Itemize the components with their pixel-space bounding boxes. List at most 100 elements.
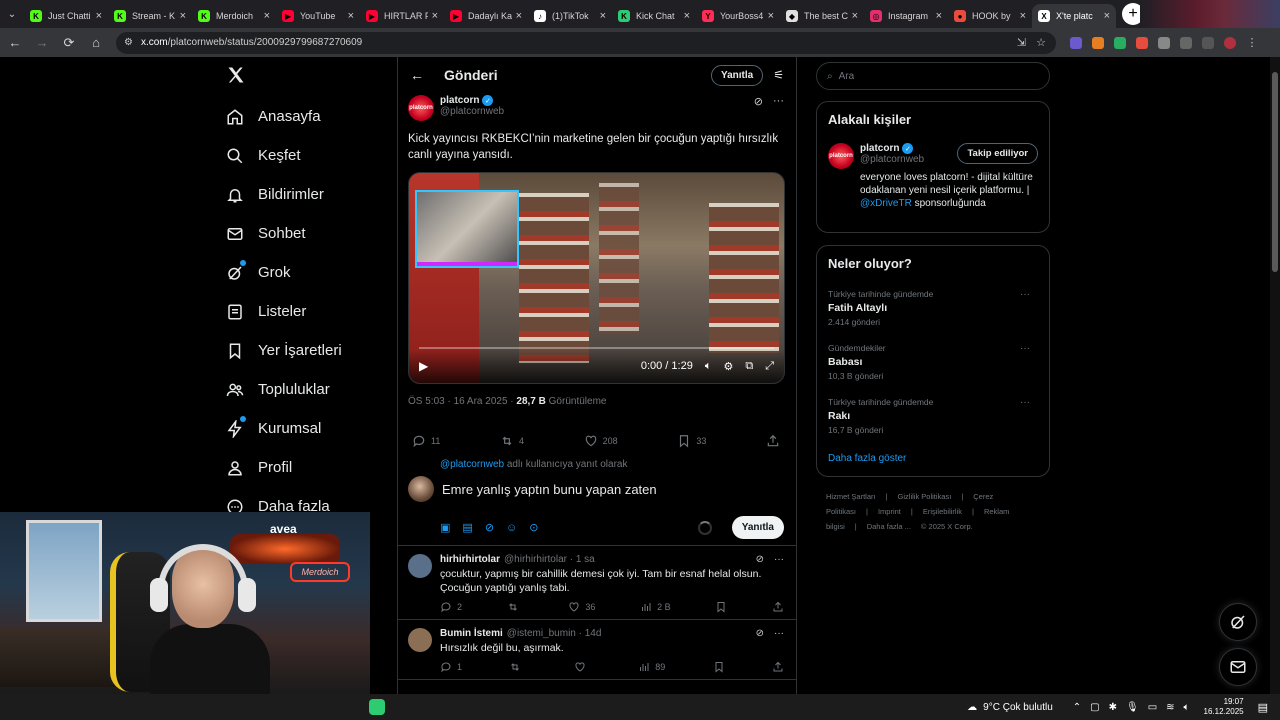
taskbar-app-icon[interactable] bbox=[369, 699, 385, 715]
my-avatar[interactable] bbox=[408, 476, 434, 502]
more-options-icon[interactable]: ··· bbox=[773, 95, 784, 108]
footer-link[interactable]: Gizlilik Politikası bbox=[898, 492, 952, 501]
emoji-icon[interactable]: ☺ bbox=[506, 522, 517, 534]
following-button[interactable]: Takip ediliyor bbox=[957, 143, 1038, 164]
profile-avatar[interactable] bbox=[1224, 36, 1236, 49]
browser-tab[interactable]: ▶ HIRTLAR F × bbox=[360, 4, 444, 28]
settings-gear-icon[interactable]: ⚙ bbox=[723, 360, 733, 373]
tray-app-icon[interactable]: ▢ bbox=[1090, 702, 1099, 713]
browser-tab[interactable]: X X'te platc × bbox=[1032, 4, 1116, 28]
bookmark-star-icon[interactable]: ☆ bbox=[1036, 36, 1046, 49]
views-action[interactable]: 89 bbox=[638, 661, 665, 673]
trend-item[interactable]: Gündemdekiler Babası 10,3 B gönderi ··· bbox=[828, 343, 1038, 381]
more-options-icon[interactable]: ··· bbox=[1020, 343, 1030, 354]
avatar[interactable] bbox=[408, 628, 432, 652]
nav-item-lists[interactable]: Listeler bbox=[226, 292, 342, 331]
reply-action[interactable]: 1 bbox=[440, 661, 462, 673]
fullscreen-icon[interactable]: ⤢ bbox=[765, 360, 774, 373]
grok-explain-icon[interactable]: ⊘ bbox=[756, 628, 764, 639]
reply-action[interactable]: 11 bbox=[412, 434, 440, 448]
page-scrollbar[interactable] bbox=[1270, 57, 1280, 694]
author-name[interactable]: platcorn bbox=[440, 95, 479, 106]
back-arrow-icon[interactable]: ← bbox=[410, 67, 434, 83]
replying-to-handle[interactable]: @platcornweb bbox=[440, 459, 504, 470]
bookmark-action[interactable] bbox=[713, 661, 725, 673]
browser-tab[interactable]: ◆ The best C × bbox=[780, 4, 864, 28]
author-handle[interactable]: @platcornweb bbox=[440, 106, 504, 117]
reply-item[interactable]: hirhirhirtolar @hirhirhirtolar · 1 sa ⊘ … bbox=[398, 546, 796, 620]
repost-action[interactable] bbox=[507, 601, 524, 613]
extension-icon[interactable] bbox=[1158, 36, 1170, 49]
reply-author-name[interactable]: hirhirhirtolar bbox=[440, 554, 500, 565]
reply-filter-button[interactable]: Yanıtla bbox=[710, 64, 764, 86]
tab-close-icon[interactable]: × bbox=[432, 10, 438, 22]
location-icon[interactable]: ⊙ bbox=[529, 521, 538, 534]
grok-fab[interactable] bbox=[1219, 603, 1257, 641]
tab-close-icon[interactable]: × bbox=[264, 10, 270, 22]
nav-item-grok[interactable]: Grok bbox=[226, 253, 342, 292]
browser-tab[interactable]: K Just Chatti × bbox=[24, 4, 108, 28]
tab-close-icon[interactable]: × bbox=[852, 10, 858, 22]
tab-close-icon[interactable]: × bbox=[1104, 10, 1110, 22]
browser-tab[interactable]: ▶ Dadaylı Ka × bbox=[444, 4, 528, 28]
nav-item-communities[interactable]: Topluluklar bbox=[226, 370, 342, 409]
repost-action[interactable] bbox=[509, 661, 526, 673]
nav-item-profile[interactable]: Profil bbox=[226, 448, 342, 487]
nav-item-notifications[interactable]: Bildirimler bbox=[226, 175, 342, 214]
show-more-link[interactable]: Daha fazla göster bbox=[828, 453, 1038, 464]
nav-item-bookmarks[interactable]: Yer İşaretleri bbox=[226, 331, 342, 370]
grok-explain-icon[interactable]: ⊘ bbox=[754, 95, 763, 108]
grok-explain-icon[interactable]: ⊘ bbox=[756, 554, 764, 565]
reply-input[interactable]: Emre yanlış yaptın bunu yapan zaten bbox=[442, 482, 657, 497]
tab-close-icon[interactable]: × bbox=[516, 10, 522, 22]
tab-close-icon[interactable]: × bbox=[180, 10, 186, 22]
gif-icon[interactable]: ▤ bbox=[462, 521, 472, 534]
reload-button[interactable]: ⟳ bbox=[57, 31, 81, 55]
related-handle[interactable]: @platcornweb bbox=[860, 154, 924, 165]
extension-icon[interactable] bbox=[1070, 36, 1082, 49]
search-box[interactable]: ⌕ Ara bbox=[816, 62, 1050, 90]
forward-button[interactable]: → bbox=[30, 31, 54, 55]
install-app-icon[interactable]: ⇲ bbox=[1017, 36, 1026, 49]
browser-tab[interactable]: K Stream - K × bbox=[108, 4, 192, 28]
like-action[interactable]: 36 bbox=[568, 601, 595, 613]
pip-icon[interactable]: ⧉ bbox=[745, 360, 753, 373]
share-action[interactable] bbox=[772, 661, 784, 673]
avatar[interactable] bbox=[408, 554, 432, 578]
more-options-icon[interactable]: ··· bbox=[1020, 397, 1030, 408]
like-action[interactable] bbox=[574, 661, 591, 673]
play-icon[interactable]: ▶ bbox=[419, 359, 428, 373]
share-action[interactable] bbox=[772, 601, 784, 613]
browser-tab[interactable]: ● HOOK by × bbox=[948, 4, 1032, 28]
grok-icon[interactable]: ⊘ bbox=[485, 521, 494, 534]
tab-close-icon[interactable]: × bbox=[348, 10, 354, 22]
volume-icon[interactable]: 🔈︎ bbox=[1184, 702, 1190, 713]
reply-item[interactable]: Bumin İstemi @istemi_bumin · 14d ⊘ ··· H… bbox=[398, 620, 796, 680]
notifications-icon[interactable]: ▤ bbox=[1258, 701, 1268, 714]
video-player[interactable]: ▶ 0:00 / 1:29 🔈︎ ⚙ ⧉ ⤢ bbox=[408, 172, 785, 384]
x-logo-icon[interactable] bbox=[226, 65, 246, 85]
bluetooth-icon[interactable]: ✱ bbox=[1109, 702, 1117, 713]
trend-item[interactable]: Türkiye tarihinde gündemde Fatih Altaylı… bbox=[828, 289, 1038, 327]
more-options-icon[interactable]: ··· bbox=[774, 554, 784, 565]
network-icon[interactable]: ≋ bbox=[1166, 702, 1174, 713]
reply-author-name[interactable]: Bumin İstemi bbox=[440, 628, 503, 639]
reading-list-icon[interactable] bbox=[1202, 36, 1214, 49]
browser-tab[interactable]: Y YourBoss4 × bbox=[696, 4, 780, 28]
tab-close-icon[interactable]: × bbox=[768, 10, 774, 22]
extension-icon[interactable] bbox=[1092, 36, 1104, 49]
address-bar[interactable]: ⚙ x.com/platcornweb/status/2000929799687… bbox=[116, 31, 1056, 54]
search-input[interactable]: Ara bbox=[839, 71, 855, 82]
image-icon[interactable]: ▣ bbox=[440, 521, 450, 534]
footer-link[interactable]: Hizmet Şartları bbox=[826, 492, 876, 501]
trend-item[interactable]: Türkiye tarihinde gündemde Rakı 16,7 B g… bbox=[828, 397, 1038, 435]
avatar[interactable]: platcorn bbox=[828, 143, 854, 169]
battery-icon[interactable]: ▭ bbox=[1148, 702, 1157, 713]
tab-close-icon[interactable]: × bbox=[936, 10, 942, 22]
footer-link[interactable]: Imprint bbox=[878, 507, 901, 516]
avatar[interactable]: platcorn bbox=[408, 95, 434, 121]
share-action[interactable] bbox=[766, 434, 780, 448]
back-button[interactable]: ← bbox=[3, 31, 27, 55]
tab-search-chevron-icon[interactable]: ⌄ bbox=[0, 0, 24, 28]
more-options-icon[interactable]: ··· bbox=[774, 628, 784, 639]
